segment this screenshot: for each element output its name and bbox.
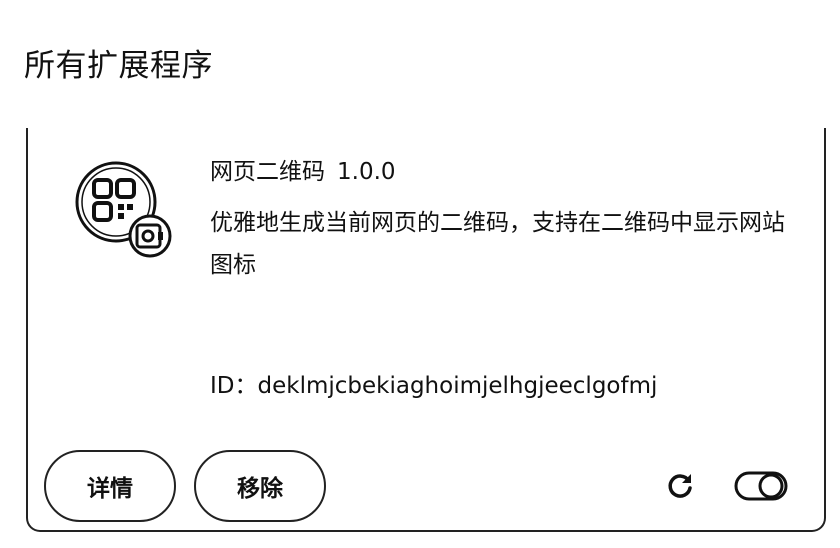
extension-id: ID：deklmjcbekiaghoimjelhgjeeclgofmj [210, 373, 658, 399]
section-title: 所有扩展程序 [24, 48, 213, 84]
extension-version: 1.0.0 [337, 159, 396, 185]
extension-name: 网页二维码 [210, 159, 325, 185]
details-button[interactable]: 详情 [44, 450, 176, 522]
extension-description: 优雅地生成当前网页的二维码，支持在二维码中显示网站图标 [210, 210, 785, 278]
qr-code-icon [72, 158, 172, 258]
reload-icon[interactable] [664, 470, 696, 502]
remove-button[interactable]: 移除 [194, 450, 326, 522]
extension-card: 网页二维码 1.0.0 优雅地生成当前网页的二维码，支持在二维码中显示网站图标 I… [26, 128, 826, 532]
enable-toggle[interactable] [734, 470, 788, 502]
extension-title: 网页二维码 1.0.0 [210, 156, 396, 188]
